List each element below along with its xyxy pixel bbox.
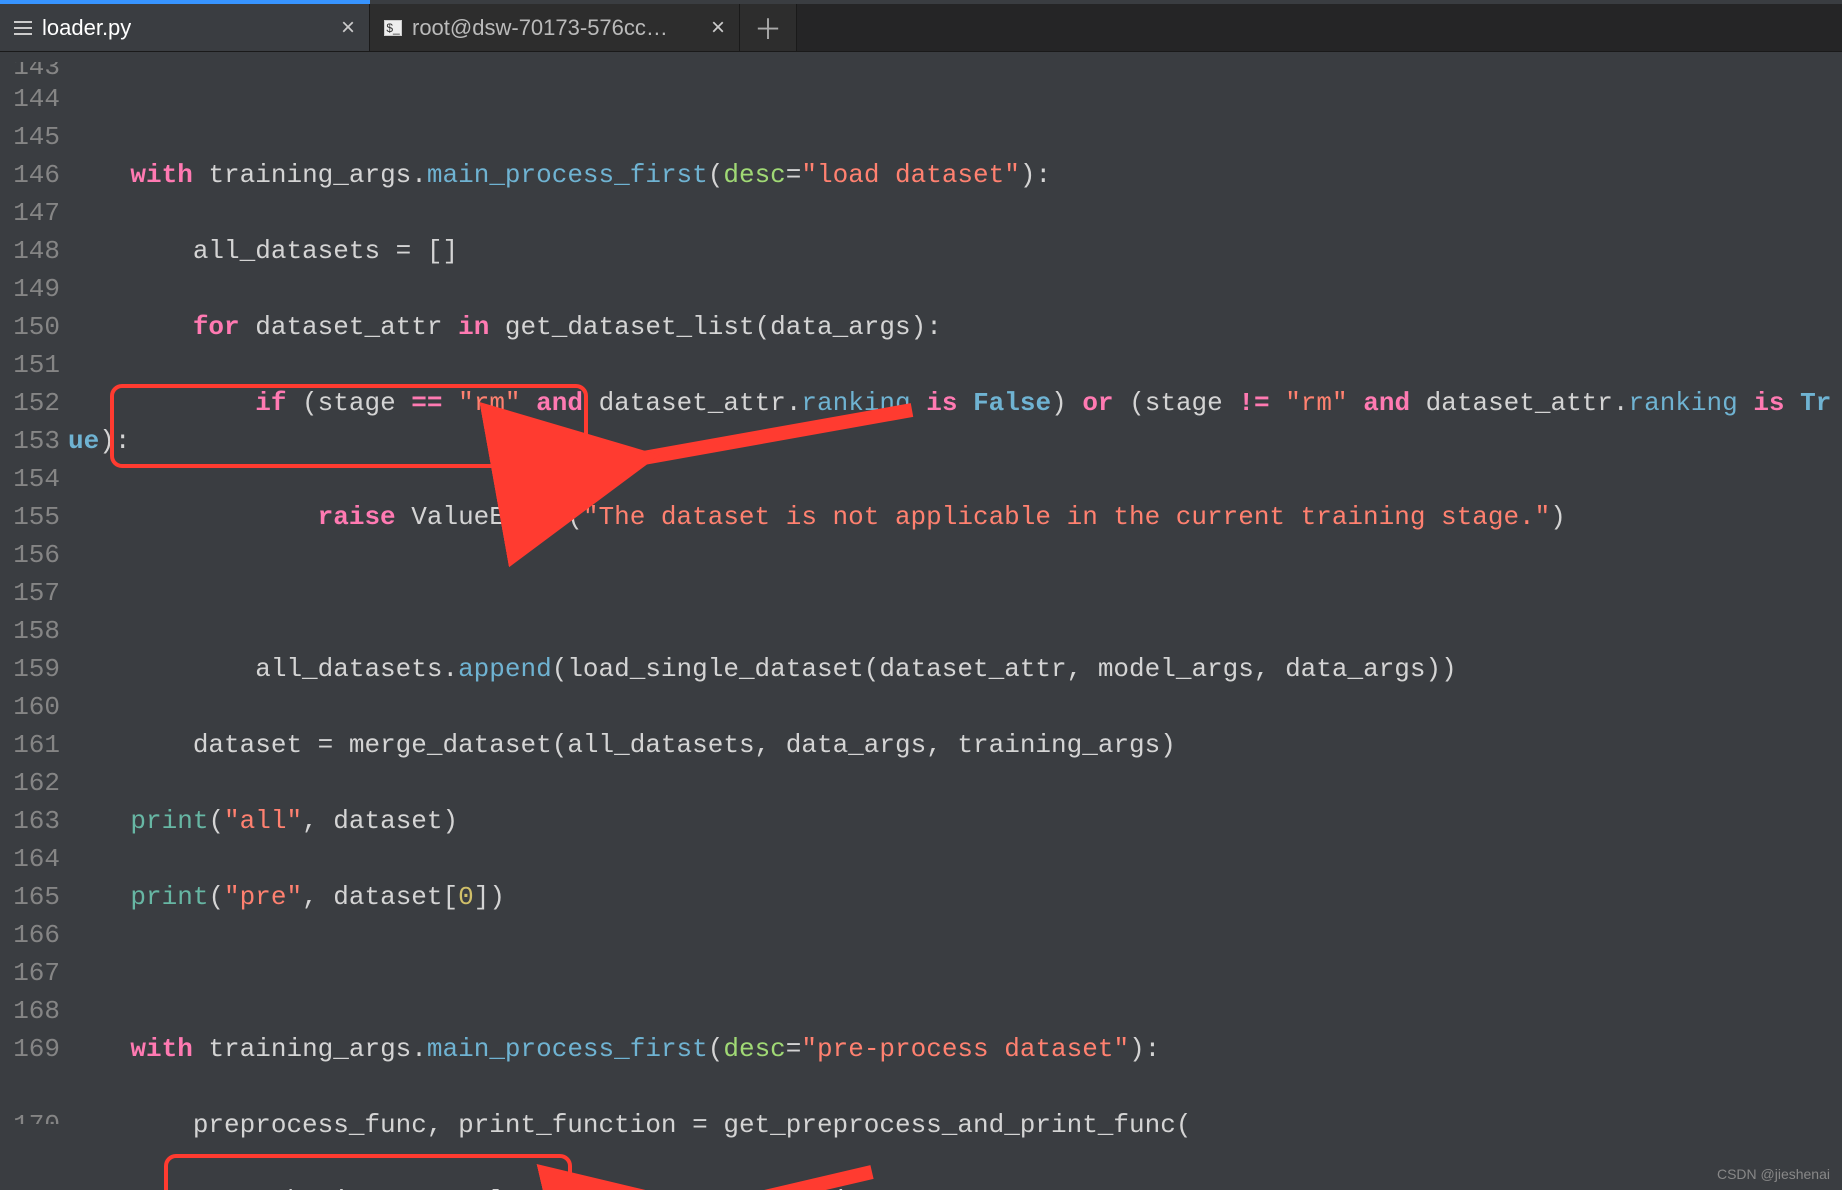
line-number: 157 bbox=[0, 574, 68, 612]
code-line: preprocess_func, print_function = get_pr… bbox=[68, 1106, 1842, 1144]
line-number: 144 bbox=[0, 80, 68, 118]
tab-bar: loader.py × $_ root@dsw-70173-576ccd47 ×… bbox=[0, 4, 1842, 52]
line-number: 145 bbox=[0, 118, 68, 156]
code-line: tokenizer, template, data_args, training… bbox=[68, 1182, 1842, 1190]
line-number: 161 bbox=[0, 726, 68, 764]
line-number: 155 bbox=[0, 498, 68, 536]
line-number: 159 bbox=[0, 650, 68, 688]
tab-file-label: loader.py bbox=[42, 15, 131, 41]
line-number: 164 bbox=[0, 840, 68, 878]
file-icon bbox=[14, 21, 32, 35]
new-tab-button[interactable]: ＋ bbox=[740, 4, 797, 51]
watermark: CSDN @jieshenai bbox=[1717, 1166, 1830, 1182]
code-line: print("all", dataset) bbox=[68, 802, 1842, 840]
code-line: dataset = merge_dataset(all_datasets, da… bbox=[68, 726, 1842, 764]
line-number: 150 bbox=[0, 308, 68, 346]
line-number: 143 bbox=[0, 62, 68, 80]
terminal-icon: $_ bbox=[384, 20, 402, 36]
code-line: with training_args.main_process_first(de… bbox=[68, 1030, 1842, 1068]
line-number: 158 bbox=[0, 612, 68, 650]
line-number: 170 bbox=[0, 1106, 68, 1124]
line-number: 160 bbox=[0, 688, 68, 726]
line-number: 169 bbox=[0, 1030, 68, 1106]
code-editor[interactable]: 143 144 145 146 147 148 149 150 151 152 … bbox=[0, 52, 1842, 1190]
line-number: 153 bbox=[0, 422, 68, 460]
code-line: all_datasets.append(load_single_dataset(… bbox=[68, 650, 1842, 688]
code-line: with training_args.main_process_first(de… bbox=[68, 156, 1842, 194]
line-number: 152 bbox=[0, 384, 68, 422]
line-number: 163 bbox=[0, 802, 68, 840]
line-number: 147 bbox=[0, 194, 68, 232]
line-number: 165 bbox=[0, 878, 68, 916]
tab-file-loader[interactable]: loader.py × bbox=[0, 4, 370, 51]
code-line bbox=[68, 574, 1842, 612]
close-icon[interactable]: × bbox=[341, 14, 355, 42]
code-line: for dataset_attr in get_dataset_list(dat… bbox=[68, 308, 1842, 346]
close-icon[interactable]: × bbox=[711, 14, 725, 42]
tab-terminal[interactable]: $_ root@dsw-70173-576ccd47 × bbox=[370, 4, 740, 51]
code-area[interactable]: with training_args.main_process_first(de… bbox=[68, 52, 1842, 1190]
plus-icon: ＋ bbox=[754, 8, 782, 48]
line-number: 162 bbox=[0, 764, 68, 802]
line-number-gutter: 143 144 145 146 147 148 149 150 151 152 … bbox=[0, 52, 68, 1190]
code-line bbox=[68, 954, 1842, 992]
line-number: 154 bbox=[0, 460, 68, 498]
line-number: 166 bbox=[0, 916, 68, 954]
line-number: 156 bbox=[0, 536, 68, 574]
line-number: 167 bbox=[0, 954, 68, 992]
line-number: 146 bbox=[0, 156, 68, 194]
code-line: raise ValueError("The dataset is not app… bbox=[68, 498, 1842, 536]
line-number: 168 bbox=[0, 992, 68, 1030]
line-number: 148 bbox=[0, 232, 68, 270]
code-line: if (stage == "rm" and dataset_attr.ranki… bbox=[68, 384, 1842, 460]
line-number: 151 bbox=[0, 346, 68, 384]
tab-terminal-label: root@dsw-70173-576ccd47 bbox=[412, 15, 672, 41]
code-line: print("pre", dataset[0]) bbox=[68, 878, 1842, 916]
line-number: 149 bbox=[0, 270, 68, 308]
code-line: all_datasets = [] bbox=[68, 232, 1842, 270]
